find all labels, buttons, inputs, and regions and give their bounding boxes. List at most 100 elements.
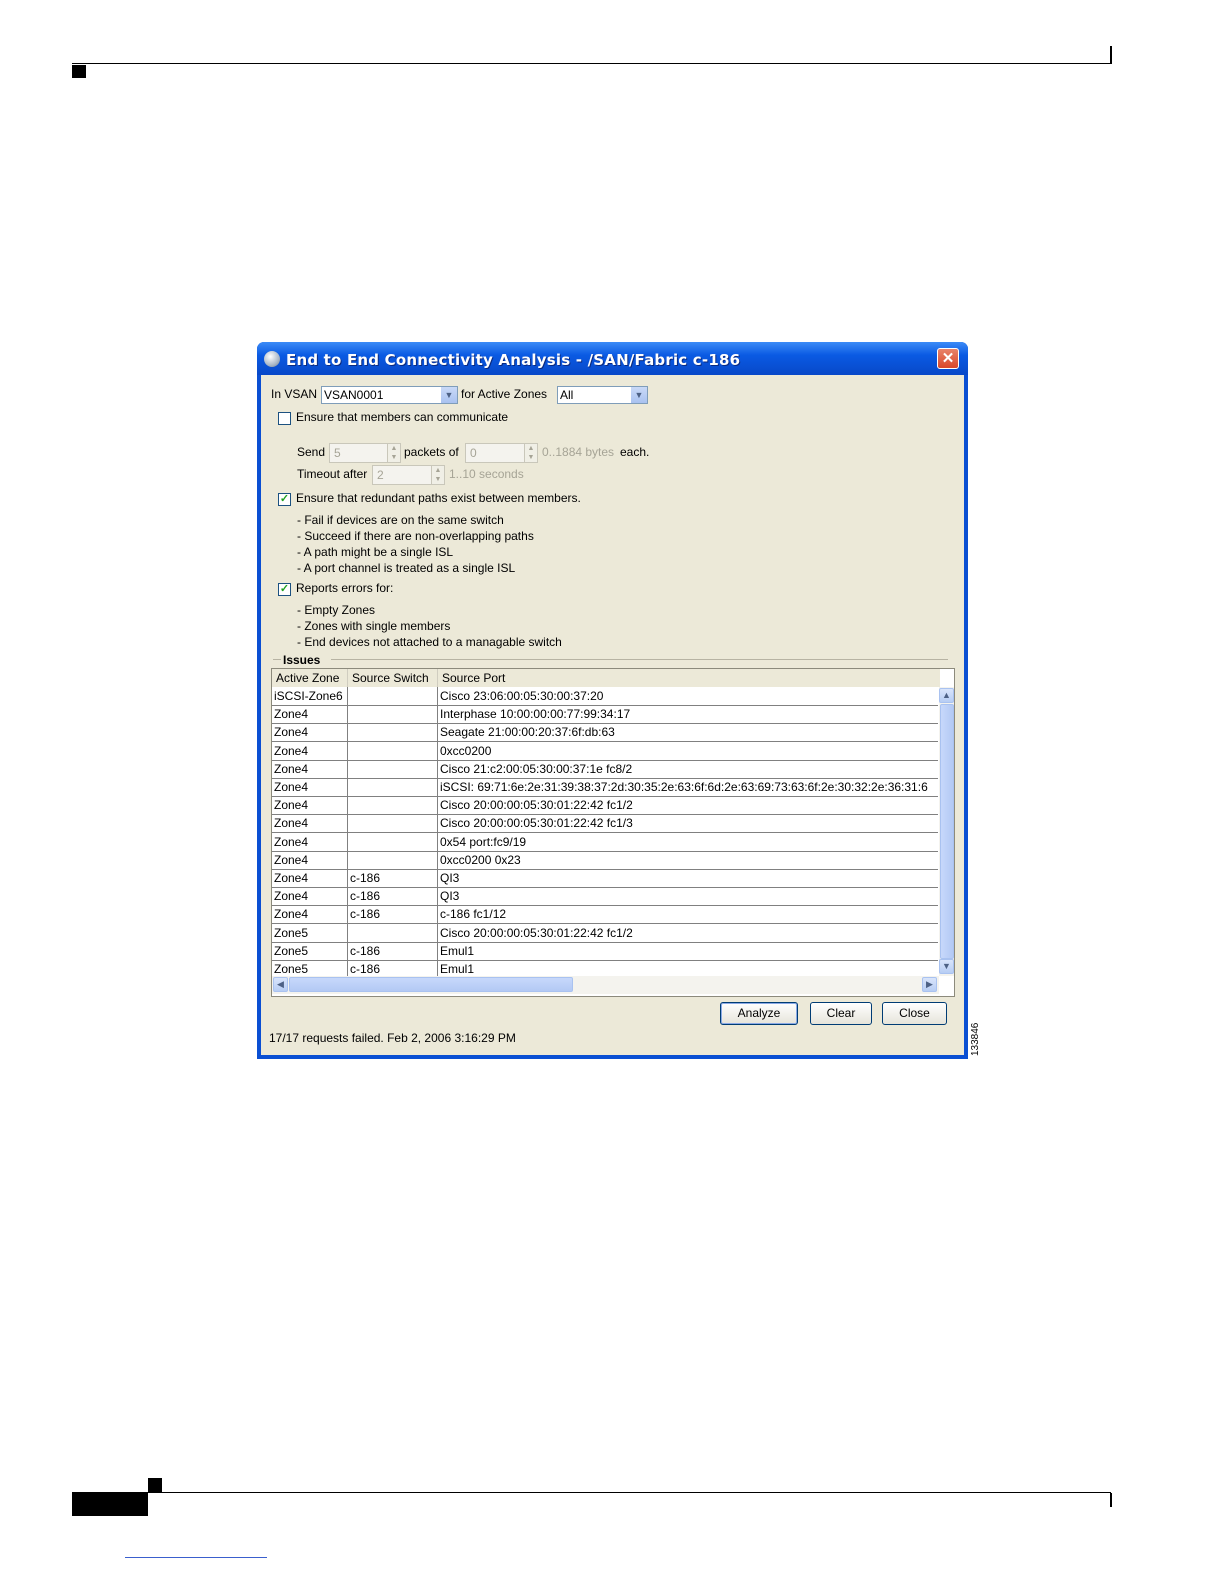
zones-label: for Active Zones xyxy=(461,387,548,401)
communicate-checkbox[interactable] xyxy=(278,412,291,425)
analyze-button[interactable]: Analyze xyxy=(720,1002,798,1025)
cell-source-switch: c-186 xyxy=(348,960,438,976)
cell-source-switch: c-186 xyxy=(348,887,438,906)
cell-active-zone: Zone4 xyxy=(272,814,348,833)
close-button[interactable]: Close xyxy=(882,1002,947,1025)
check-icon: ✓ xyxy=(279,493,290,505)
table-row[interactable]: Zone4 c-186 QI3 xyxy=(272,887,938,907)
table-row[interactable]: iSCSI-Zone6 Cisco 23:06:00:05:30:00:37:20 xyxy=(272,687,938,706)
timeout-input[interactable]: 2 xyxy=(372,465,432,485)
packet-size-stepper[interactable]: ▲ ▼ xyxy=(524,443,538,463)
error-note: - Zones with single members xyxy=(297,619,451,633)
figure-id: 133846 xyxy=(970,1022,981,1056)
cell-source-switch: c-186 xyxy=(348,905,438,924)
timeout-stepper[interactable]: ▲ ▼ xyxy=(431,465,445,485)
cell-source-switch xyxy=(348,832,438,851)
packet-size-input[interactable]: 0 xyxy=(465,443,525,463)
table-row[interactable]: Zone4 0xcc0200 0x23 xyxy=(272,850,938,870)
cell-source-port: Emul1 xyxy=(440,943,475,958)
table-row[interactable]: Zone4 iSCSI: 69:71:6e:2e:31:39:38:37:2d:3… xyxy=(272,778,938,797)
table-row[interactable]: Zone4 c-186 c-186 fc1/12 xyxy=(272,905,938,925)
table-row[interactable]: Zone4 0x54 port:fc9/19 xyxy=(272,832,938,852)
scroll-down-icon[interactable]: ▼ xyxy=(939,959,954,974)
cell-active-zone: iSCSI-Zone6 xyxy=(272,687,348,705)
table-row[interactable]: Zone5 c-186 Emul1 xyxy=(272,960,938,976)
cell-active-zone: Zone4 xyxy=(272,869,348,887)
cell-source-switch xyxy=(348,923,438,942)
zones-select[interactable]: All ▼ xyxy=(557,386,648,404)
send-count-stepper[interactable]: ▲ ▼ xyxy=(387,443,401,463)
footer-marker xyxy=(148,1478,162,1492)
cell-active-zone: Zone5 xyxy=(272,960,348,976)
app-icon xyxy=(264,351,280,367)
horizontal-scroll-thumb[interactable] xyxy=(289,977,573,992)
issues-legend: Issues xyxy=(283,653,321,667)
cell-source-port: 0xcc0200 0x23 xyxy=(440,852,521,867)
cell-active-zone: Zone4 xyxy=(272,723,348,742)
issues-rule-left xyxy=(273,659,281,660)
dialog-title: End to End Connectivity Analysis - /SAN/… xyxy=(286,351,741,369)
table-row[interactable]: Zone4 Cisco 21:c2:00:05:30:00:37:1e fc8/2 xyxy=(272,759,938,779)
table-row[interactable]: Zone4 c-186 QI3 xyxy=(272,869,938,888)
cell-source-switch xyxy=(348,741,438,760)
cell-source-switch: c-186 xyxy=(348,941,438,960)
table-row[interactable]: Zone4 Cisco 20:00:00:05:30:01:22:42 fc1/3 xyxy=(272,814,938,834)
redundant-label: Ensure that redundant paths exist betwee… xyxy=(296,491,581,505)
column-header-source-port[interactable]: Source Port xyxy=(438,669,938,687)
communicate-label: Ensure that members can communicate xyxy=(296,410,509,424)
timeout-label: Timeout after xyxy=(297,467,368,481)
zones-select-value: All xyxy=(560,388,574,402)
cell-source-port: Emul1 xyxy=(440,962,475,976)
vsan-select-value: VSAN0001 xyxy=(324,388,384,402)
cell-source-switch xyxy=(348,778,438,796)
cell-source-port: Cisco 20:00:00:05:30:01:22:42 fc1/2 xyxy=(440,798,633,813)
cell-active-zone: Zone4 xyxy=(272,832,348,851)
vsan-select[interactable]: VSAN0001 ▼ xyxy=(321,386,458,404)
cell-source-switch: c-186 xyxy=(348,869,438,887)
cell-active-zone: Zone4 xyxy=(272,778,348,796)
scroll-right-icon[interactable]: ▶ xyxy=(922,977,937,992)
table-row[interactable]: Zone4 Cisco 20:00:00:05:30:01:22:42 fc1/2 xyxy=(272,796,938,816)
cell-source-port: Interphase 10:00:00:00:77:99:34:17 xyxy=(440,707,631,722)
error-note: - Empty Zones xyxy=(297,603,376,617)
vertical-scroll-thumb[interactable] xyxy=(940,704,954,959)
errors-checkbox[interactable]: ✓ xyxy=(278,583,291,596)
connectivity-dialog: End to End Connectivity Analysis - /SAN/… xyxy=(257,342,968,1059)
vertical-scrollbar[interactable]: ▲ ▼ xyxy=(939,687,954,976)
each-label: each. xyxy=(620,445,650,459)
dialog-body: In VSAN VSAN0001 ▼ for Active Zones All … xyxy=(261,375,964,1055)
scroll-up-icon[interactable]: ▲ xyxy=(939,688,954,703)
send-count-input[interactable]: 5 xyxy=(329,443,388,463)
cell-source-port: Cisco 20:00:00:05:30:01:22:42 fc1/3 xyxy=(440,816,633,831)
table-row[interactable]: Zone5 c-186 Emul1 xyxy=(272,941,938,961)
horizontal-scrollbar[interactable]: ◀ ▶ xyxy=(272,976,939,994)
column-header-active-zone[interactable]: Active Zone xyxy=(272,669,348,687)
scroll-left-icon[interactable]: ◀ xyxy=(273,977,288,992)
timeout-hint: 1..10 seconds xyxy=(449,467,524,481)
clear-button[interactable]: Clear xyxy=(810,1002,872,1025)
cell-source-port: QI3 xyxy=(440,871,460,885)
table-row[interactable]: Zone4 0xcc0200 xyxy=(272,741,938,761)
vsan-label: In VSAN xyxy=(271,387,318,401)
cell-active-zone: Zone5 xyxy=(272,923,348,942)
title-bar[interactable]: End to End Connectivity Analysis - /SAN/… xyxy=(257,342,968,375)
cell-active-zone: Zone4 xyxy=(272,887,348,906)
table-header: Active Zone Source Switch Source Port xyxy=(272,669,940,687)
redundant-note: - A path might be a single ISL xyxy=(297,545,454,559)
close-window-button[interactable]: ✕ xyxy=(937,348,959,369)
table-row[interactable]: Zone5 Cisco 20:00:00:05:30:01:22:42 fc1/2 xyxy=(272,923,938,943)
cell-source-switch xyxy=(348,796,438,815)
redundant-checkbox[interactable]: ✓ xyxy=(278,493,291,506)
packets-label: packets of xyxy=(404,445,459,459)
column-header-source-switch[interactable]: Source Switch xyxy=(348,669,438,687)
chevron-down-icon[interactable]: ▼ xyxy=(440,387,457,403)
table-row[interactable]: Zone4 Interphase 10:00:00:00:77:99:34:17 xyxy=(272,705,938,725)
table-row[interactable]: Zone4 Seagate 21:00:00:20:37:6f:db:63 xyxy=(272,723,938,743)
header-marker xyxy=(72,65,86,78)
chevron-down-icon[interactable]: ▼ xyxy=(630,387,647,403)
cell-source-port: 0x54 port:fc9/19 xyxy=(440,834,527,849)
close-icon: ✕ xyxy=(941,350,955,367)
cell-source-switch xyxy=(348,723,438,742)
error-note: - End devices not attached to a managabl… xyxy=(297,635,562,649)
issues-table: Active Zone Source Switch Source Port iS… xyxy=(271,668,955,997)
